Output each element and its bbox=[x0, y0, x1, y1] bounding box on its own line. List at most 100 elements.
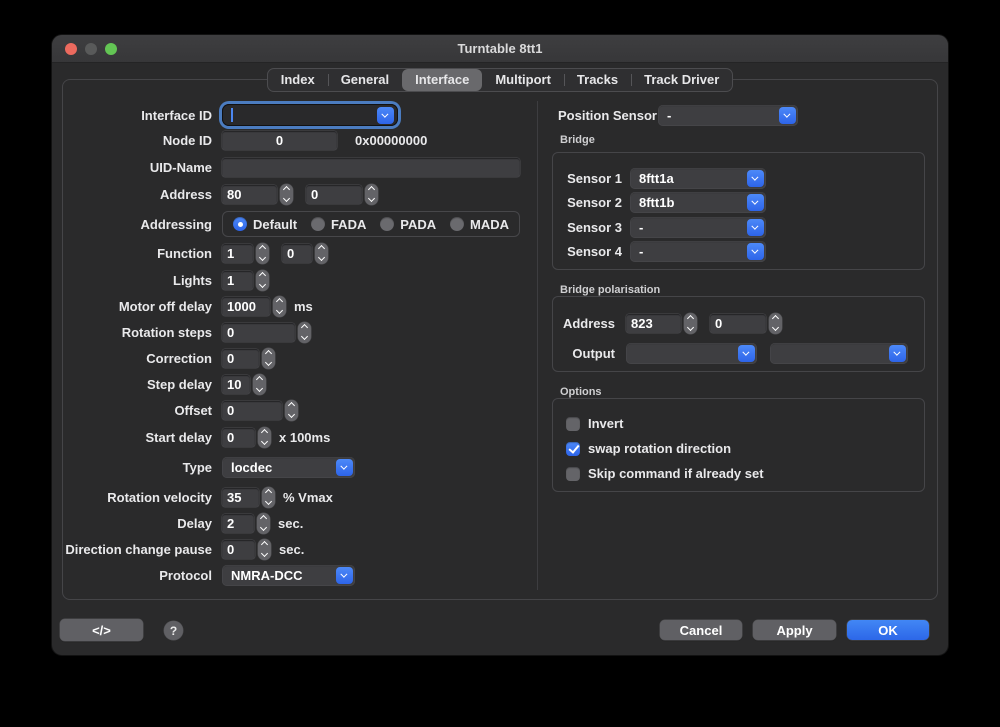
delay-stepper[interactable] bbox=[257, 513, 270, 534]
apply-button[interactable]: Apply bbox=[753, 620, 836, 640]
function-stepper-1[interactable] bbox=[256, 243, 269, 264]
row-interface-id: Interface ID bbox=[62, 104, 398, 126]
sensor-2-dropdown[interactable]: 8ftt1b bbox=[630, 192, 766, 213]
zoom-button[interactable] bbox=[105, 43, 117, 55]
sensor-1-dropdown[interactable]: 8ftt1a bbox=[630, 168, 766, 189]
ok-button[interactable]: OK bbox=[847, 620, 929, 640]
radio-icon[interactable] bbox=[311, 217, 325, 231]
address-input-2[interactable] bbox=[306, 185, 362, 204]
checkbox-icon[interactable] bbox=[566, 442, 580, 456]
code-button[interactable]: </> bbox=[60, 619, 143, 641]
start-delay-input[interactable] bbox=[222, 428, 255, 447]
node-id-label: Node ID bbox=[62, 133, 222, 148]
interface-id-combobox[interactable] bbox=[222, 104, 398, 126]
correction-stepper[interactable] bbox=[262, 348, 275, 369]
motor-off-delay-stepper[interactable] bbox=[273, 296, 286, 317]
output-dropdown-1[interactable] bbox=[626, 343, 757, 364]
position-sensor-dropdown[interactable]: - bbox=[658, 105, 798, 126]
option-swap-rotation-direction[interactable]: swap rotation direction bbox=[566, 441, 731, 456]
tab-general[interactable]: General bbox=[328, 69, 402, 91]
motor-off-delay-input[interactable] bbox=[222, 297, 270, 316]
rotation-velocity-label: Rotation velocity bbox=[62, 490, 222, 505]
output-dropdown-2[interactable] bbox=[770, 343, 908, 364]
radio-fada[interactable]: FADA bbox=[311, 217, 366, 232]
close-button[interactable] bbox=[65, 43, 77, 55]
tab-multiport[interactable]: Multiport bbox=[482, 69, 564, 91]
polarisation-address-stepper-1[interactable] bbox=[684, 313, 697, 334]
tab-tracks[interactable]: Tracks bbox=[564, 69, 631, 91]
function-input-1[interactable] bbox=[222, 244, 253, 263]
tab-track-driver[interactable]: Track Driver bbox=[631, 69, 732, 91]
row-rotation-velocity: Rotation velocity % Vmax bbox=[62, 486, 333, 508]
node-id-input[interactable] bbox=[222, 131, 337, 150]
row-sensor-3: Sensor 3 - bbox=[558, 216, 766, 238]
lights-stepper[interactable] bbox=[256, 270, 269, 291]
address-stepper-1[interactable] bbox=[280, 184, 293, 205]
chevron-down-icon bbox=[747, 219, 764, 236]
row-addressing: Addressing Default FADA PADA MADA bbox=[62, 211, 520, 237]
titlebar[interactable]: Turntable 8tt1 bbox=[52, 35, 948, 63]
chevron-down-icon bbox=[779, 107, 796, 124]
uid-name-input[interactable] bbox=[222, 158, 520, 177]
sensor-4-dropdown[interactable]: - bbox=[630, 241, 766, 262]
correction-label: Correction bbox=[62, 351, 222, 366]
option-invert[interactable]: Invert bbox=[566, 416, 623, 431]
radio-pada[interactable]: PADA bbox=[380, 217, 436, 232]
offset-stepper[interactable] bbox=[285, 400, 298, 421]
polarisation-address-input-2[interactable] bbox=[710, 314, 766, 333]
step-delay-input[interactable] bbox=[222, 375, 250, 394]
row-position-sensor: Position Sensor - bbox=[558, 104, 798, 126]
chevron-down-icon bbox=[889, 345, 906, 362]
radio-icon[interactable] bbox=[380, 217, 394, 231]
tab-index[interactable]: Index bbox=[268, 69, 328, 91]
checkbox-icon[interactable] bbox=[566, 467, 580, 481]
motor-off-delay-label: Motor off delay bbox=[62, 299, 222, 314]
sensor-3-dropdown[interactable]: - bbox=[630, 217, 766, 238]
radio-icon[interactable] bbox=[450, 217, 464, 231]
function-input-2[interactable] bbox=[282, 244, 312, 263]
chevron-down-icon bbox=[747, 243, 764, 260]
address-stepper-2[interactable] bbox=[365, 184, 378, 205]
step-delay-stepper[interactable] bbox=[253, 374, 266, 395]
polarisation-address-stepper-2[interactable] bbox=[769, 313, 782, 334]
row-address: Address bbox=[62, 183, 378, 205]
rotation-velocity-stepper[interactable] bbox=[262, 487, 275, 508]
lights-label: Lights bbox=[62, 273, 222, 288]
cancel-button[interactable]: Cancel bbox=[660, 620, 742, 640]
tab-interface[interactable]: Interface bbox=[402, 69, 482, 91]
polarisation-address-input-1[interactable] bbox=[626, 314, 681, 333]
protocol-dropdown[interactable]: NMRA-DCC bbox=[222, 565, 355, 586]
rotation-steps-input[interactable] bbox=[222, 323, 295, 342]
rotation-velocity-input[interactable] bbox=[222, 488, 259, 507]
sensor-1-label: Sensor 1 bbox=[558, 171, 622, 186]
row-motor-off-delay: Motor off delay ms bbox=[62, 295, 313, 317]
position-sensor-label: Position Sensor bbox=[558, 108, 650, 123]
column-divider bbox=[537, 101, 538, 590]
addressing-label: Addressing bbox=[62, 217, 222, 232]
function-stepper-2[interactable] bbox=[315, 243, 328, 264]
checkbox-icon[interactable] bbox=[566, 417, 580, 431]
correction-input[interactable] bbox=[222, 349, 259, 368]
direction-change-pause-stepper[interactable] bbox=[258, 539, 271, 560]
direction-change-pause-unit: sec. bbox=[279, 542, 304, 557]
interface-id-input[interactable] bbox=[222, 108, 434, 123]
rotation-steps-label: Rotation steps bbox=[62, 325, 222, 340]
row-protocol: Protocol NMRA-DCC bbox=[62, 564, 355, 586]
chevron-down-icon bbox=[336, 459, 353, 476]
direction-change-pause-input[interactable] bbox=[222, 540, 255, 559]
type-dropdown[interactable]: locdec bbox=[222, 457, 355, 478]
row-lights: Lights bbox=[62, 269, 269, 291]
radio-icon[interactable] bbox=[233, 217, 247, 231]
address-input-1[interactable] bbox=[222, 185, 277, 204]
rotation-steps-stepper[interactable] bbox=[298, 322, 311, 343]
chevron-down-icon[interactable] bbox=[377, 107, 394, 124]
lights-input[interactable] bbox=[222, 271, 253, 290]
option-skip-command[interactable]: Skip command if already set bbox=[566, 466, 764, 481]
radio-mada[interactable]: MADA bbox=[450, 217, 509, 232]
help-button[interactable]: ? bbox=[164, 621, 183, 640]
row-step-delay: Step delay bbox=[62, 373, 266, 395]
delay-input[interactable] bbox=[222, 514, 254, 533]
start-delay-stepper[interactable] bbox=[258, 427, 271, 448]
radio-default[interactable]: Default bbox=[233, 217, 297, 232]
offset-input[interactable] bbox=[222, 401, 282, 420]
